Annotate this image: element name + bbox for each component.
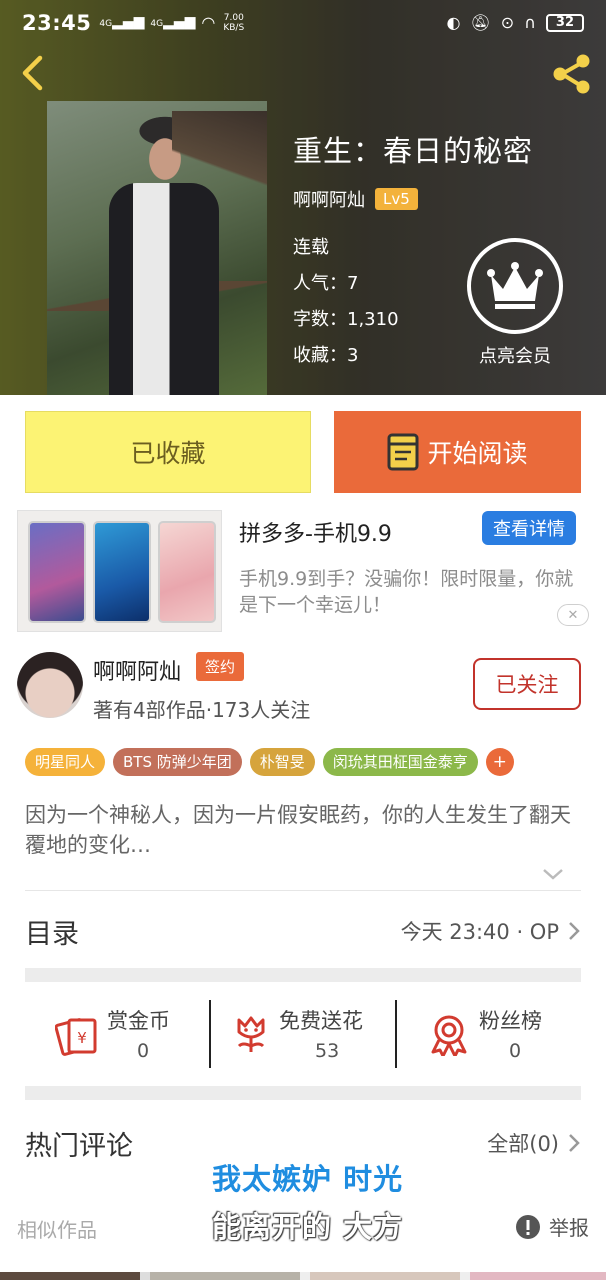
author-avatar[interactable] xyxy=(17,652,83,718)
tag-item[interactable]: 明星同人 xyxy=(25,748,106,776)
view-details-button[interactable]: 查看详情 xyxy=(482,511,576,545)
lock-icon: ⊙ xyxy=(500,13,515,32)
back-button[interactable] xyxy=(18,55,48,91)
coin-envelope-icon: ¥ xyxy=(55,1018,97,1056)
medal-icon xyxy=(431,1015,467,1056)
stat-label: 粉丝榜 xyxy=(479,1009,542,1033)
stat-flowers[interactable]: 免费送花 53 xyxy=(209,1000,395,1068)
vip-button[interactable]: 点亮会员 xyxy=(467,238,563,368)
book-popularity: 人气：7 xyxy=(293,273,359,294)
do-not-disturb-icon: ◐ xyxy=(446,13,461,32)
similar-works-title: 相似作品 xyxy=(17,1218,97,1242)
start-reading-label: 开始阅读 xyxy=(427,439,528,468)
vip-label: 点亮会员 xyxy=(479,346,551,367)
toc-title: 目录 xyxy=(25,919,79,950)
status-time: 23:45 xyxy=(22,10,92,35)
following-label: 已关注 xyxy=(495,673,559,697)
stat-value: 0 xyxy=(509,1040,522,1062)
chevron-right-icon xyxy=(569,922,580,940)
level-badge: Lv5 xyxy=(375,188,418,210)
chevron-down-icon xyxy=(543,869,563,880)
book-status: 连载 xyxy=(293,237,329,258)
table-of-contents-row[interactable]: 目录 今天 23:40 · OP xyxy=(25,908,581,954)
tag-item[interactable]: 闵玧其田柾国金泰亨 xyxy=(322,748,478,776)
book-icon xyxy=(387,433,419,471)
all-comments-link[interactable]: 全部(0) xyxy=(487,1128,559,1158)
section-separator xyxy=(25,1086,581,1100)
network-2: 4G▂▄▆ xyxy=(150,13,196,30)
stat-value: 53 xyxy=(315,1040,340,1062)
stat-label: 免费送花 xyxy=(279,1009,363,1033)
share-icon xyxy=(553,54,590,94)
book-summary: 因为一个神秘人，因为一片假安眠药，你的人生发生了翻天覆地的变化… xyxy=(25,803,571,857)
section-separator xyxy=(25,968,581,982)
author-name[interactable]: 啊啊阿灿 xyxy=(93,654,181,686)
flower-icon xyxy=(237,1016,265,1052)
headset-icon: ∩ xyxy=(524,13,536,32)
wifi-icon: ◠ xyxy=(201,13,216,32)
tag-list: 明星同人 BTS 防弹少年团 朴智旻 闵玧其田柾国金泰亨 + xyxy=(25,748,514,776)
report-label: 举报 xyxy=(549,1216,589,1240)
book-author[interactable]: 啊啊阿灿 xyxy=(293,186,365,212)
author-card[interactable]: 啊啊阿灿 签约 著有4部作品·173人关注 已关注 xyxy=(17,652,589,724)
following-button[interactable]: 已关注 xyxy=(473,658,581,710)
network-speed: 7.00 KB/S xyxy=(223,12,245,33)
chevron-left-icon xyxy=(22,55,43,91)
status-bar: 23:45 4G▂▄▆ 4G▂▄▆ ◠ 7.00 KB/S ◐ 🔕︎ ⊙ ∩ 32 xyxy=(0,0,606,45)
ad-close-button[interactable]: ✕ xyxy=(557,604,589,626)
book-cover[interactable] xyxy=(47,101,267,395)
crown-icon xyxy=(467,238,563,334)
svg-text:¥: ¥ xyxy=(77,1029,87,1047)
book-meta: 连载 人气：7 字数：1,310 收藏：3 xyxy=(293,230,399,374)
ad-title[interactable]: 拼多多-手机9.9 xyxy=(239,516,392,548)
hot-comments-title: 热门评论 xyxy=(25,1131,133,1162)
more-tags-button[interactable]: + xyxy=(485,748,514,776)
ad-image[interactable] xyxy=(17,510,222,632)
signed-badge: 签约 xyxy=(196,652,245,681)
tag-item[interactable]: 朴智旻 xyxy=(249,748,315,776)
reward-stats: ¥ 赏金币 0 免费送花 53 粉丝榜 0 xyxy=(25,1000,581,1068)
toc-last-update: 今天 23:40 · OP xyxy=(400,920,559,944)
divider xyxy=(25,890,581,891)
book-title: 重生：春日的秘密 xyxy=(293,134,534,168)
book-favorites: 收藏：3 xyxy=(293,345,359,366)
book-header: 23:45 4G▂▄▆ 4G▂▄▆ ◠ 7.00 KB/S ◐ 🔕︎ ⊙ ∩ 32 xyxy=(0,0,606,395)
overlay-subtitle-1: 我太嫉妒 时光 xyxy=(212,1162,404,1196)
stat-fans[interactable]: 粉丝榜 0 xyxy=(395,1000,581,1068)
share-button[interactable] xyxy=(550,52,594,96)
ad-description[interactable]: 手机9.9到手？没骗你！限时限量，你就是下一个幸运儿！ xyxy=(239,566,579,618)
stat-label: 赏金币 xyxy=(107,1009,170,1033)
report-button[interactable]: 举报 xyxy=(515,1212,589,1241)
mute-bell-icon: 🔕︎ xyxy=(470,13,491,32)
similar-works-thumbnails[interactable] xyxy=(0,1272,606,1280)
stat-coins[interactable]: ¥ 赏金币 0 xyxy=(25,1000,209,1068)
network-1: 4G▂▄▆ xyxy=(99,13,145,30)
chevron-right-icon xyxy=(569,1134,580,1152)
favorited-label: 已收藏 xyxy=(130,439,206,468)
battery-indicator: 32 xyxy=(545,13,584,32)
book-word-count: 字数：1,310 xyxy=(293,309,399,330)
overlay-subtitle-2: 能离开的 大方 xyxy=(212,1210,404,1244)
tag-item[interactable]: BTS 防弹少年团 xyxy=(113,748,242,776)
start-reading-button[interactable]: 开始阅读 xyxy=(334,411,581,493)
expand-summary-button[interactable] xyxy=(541,866,565,882)
favorited-button[interactable]: 已收藏 xyxy=(25,411,311,493)
author-stats: 著有4部作品·173人关注 xyxy=(93,698,311,722)
network-indicator: 4G▂▄▆ 4G▂▄▆ xyxy=(99,13,196,30)
ad-banner[interactable]: 拼多多-手机9.9 查看详情 手机9.9到手？没骗你！限时限量，你就是下一个幸运… xyxy=(17,510,589,632)
stat-value: 0 xyxy=(137,1040,150,1062)
alert-icon xyxy=(516,1214,540,1239)
